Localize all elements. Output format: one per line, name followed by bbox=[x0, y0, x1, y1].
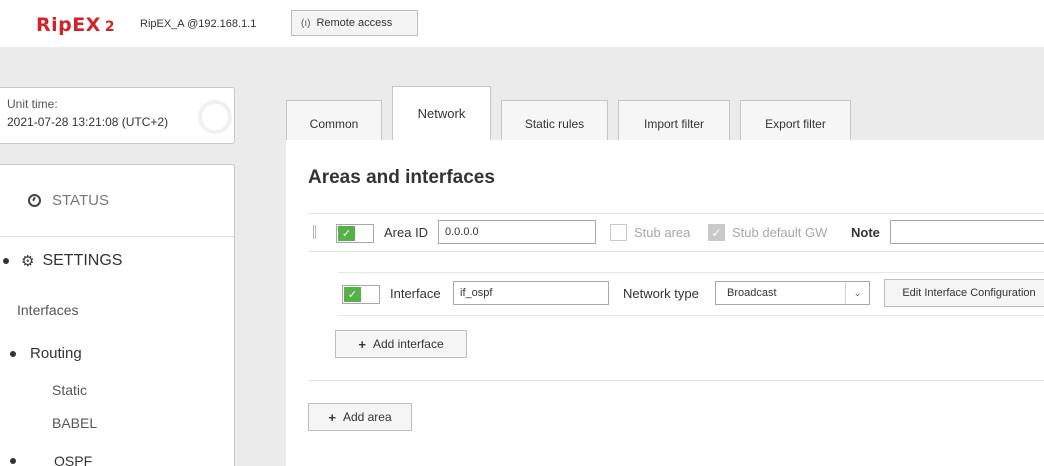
stub-area-checkbox[interactable] bbox=[610, 224, 627, 241]
ripex-logo: RipEX 2 bbox=[36, 14, 116, 36]
menu-item-settings[interactable]: ⚙ SETTINGS bbox=[0, 252, 122, 270]
add-interface-label: Add interface bbox=[372, 337, 444, 351]
menu-item-status[interactable]: STATUS bbox=[0, 165, 234, 237]
interface-enable-toggle[interactable]: ✓ bbox=[342, 285, 380, 304]
plus-icon: + bbox=[358, 336, 366, 352]
unit-time-label: Unit time: bbox=[7, 97, 58, 111]
divider bbox=[308, 380, 1044, 381]
drag-handle-icon[interactable] bbox=[313, 225, 316, 239]
bullet-icon bbox=[10, 350, 16, 357]
stub-default-gw-label: Stub default GW bbox=[732, 225, 828, 240]
remote-access-label: Remote access bbox=[316, 17, 393, 29]
content-panel: Areas and interfaces ✓ Area ID 0.0.0.0 S… bbox=[286, 140, 1044, 466]
menu-item-settings-label: SETTINGS bbox=[42, 252, 123, 269]
menu-item-routing-label: Routing bbox=[30, 345, 82, 362]
section-title: Areas and interfaces bbox=[308, 167, 495, 188]
stub-default-gw-checkbox[interactable]: ✓ bbox=[708, 224, 725, 241]
add-area-label: Add area bbox=[342, 410, 392, 424]
tab-network[interactable]: Network bbox=[392, 86, 491, 140]
menu-item-status-label: STATUS bbox=[52, 192, 109, 209]
menu-item-routing[interactable]: Routing bbox=[0, 345, 82, 362]
interface-label: Interface bbox=[390, 286, 441, 301]
remote-access-button[interactable]: (ı) Remote access bbox=[291, 10, 418, 36]
gauge-icon bbox=[28, 194, 41, 207]
add-area-button[interactable]: + Add area bbox=[308, 403, 412, 431]
antenna-icon: (ı) bbox=[301, 17, 311, 29]
stub-area-label: Stub area bbox=[634, 225, 691, 240]
add-interface-button[interactable]: + Add interface bbox=[335, 330, 467, 358]
network-type-value: Broadcast bbox=[727, 287, 777, 299]
bullet-icon bbox=[3, 258, 9, 264]
unit-time-box: Unit time: 2021-07-28 13:21:08 (UTC+2) bbox=[0, 87, 235, 144]
area-id-input[interactable]: 0.0.0.0 bbox=[438, 220, 596, 244]
area-id-label: Area ID bbox=[384, 225, 429, 240]
menu-item-interfaces[interactable]: Interfaces bbox=[17, 302, 78, 318]
interface-input[interactable]: if_ospf bbox=[453, 281, 609, 305]
network-type-label: Network type bbox=[623, 286, 699, 301]
area-row: ✓ Area ID 0.0.0.0 Stub area ✓ Stub defau… bbox=[308, 213, 1044, 252]
note-input[interactable] bbox=[890, 220, 1044, 244]
clock-watermark-icon bbox=[198, 100, 232, 134]
edit-interface-configuration-button[interactable]: Edit Interface Configuration bbox=[884, 279, 1044, 307]
menu-item-babel[interactable]: BABEL bbox=[52, 415, 97, 431]
device-address: RipEX_A @192.168.1.1 bbox=[140, 18, 257, 30]
gears-icon: ⚙ bbox=[21, 253, 35, 270]
top-header: RipEX 2 RipEX_A @192.168.1.1 (ı) Remote a… bbox=[0, 0, 1044, 47]
check-icon: ✓ bbox=[344, 287, 361, 302]
chevron-down-icon: ⌄ bbox=[845, 282, 869, 304]
unit-time-value: 2021-07-28 13:21:08 (UTC+2) bbox=[7, 115, 169, 129]
menu-item-ospf-label: OSPF bbox=[54, 453, 93, 466]
sidebar-menu: STATUS ⚙ SETTINGS Interfaces Routing Sta… bbox=[0, 164, 235, 466]
plus-icon: + bbox=[328, 409, 336, 425]
menu-item-ospf[interactable]: OSPF bbox=[0, 453, 92, 466]
check-icon: ✓ bbox=[338, 226, 355, 241]
bullet-icon bbox=[10, 458, 16, 464]
area-enable-toggle[interactable]: ✓ bbox=[336, 224, 374, 243]
menu-item-static[interactable]: Static bbox=[52, 382, 87, 398]
note-label: Note bbox=[851, 225, 880, 240]
interface-row: ✓ Interface if_ospf Network type Broadca… bbox=[338, 272, 1044, 316]
network-type-select[interactable]: Broadcast ⌄ bbox=[715, 281, 870, 305]
